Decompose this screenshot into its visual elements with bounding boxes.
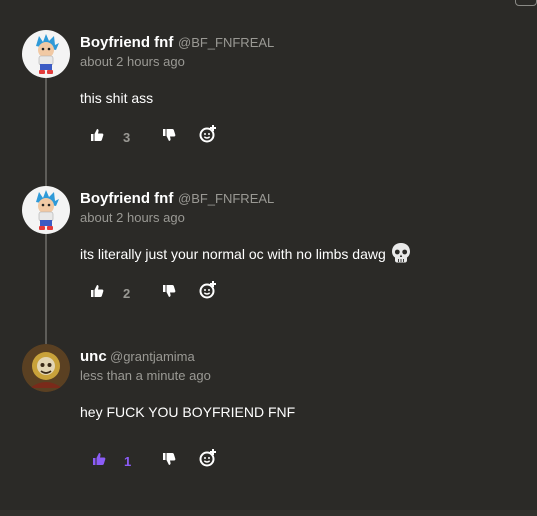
add-emoji-icon [199, 281, 216, 299]
avatar[interactable] [22, 344, 70, 392]
bottom-bar [0, 510, 537, 516]
like-count: 2 [123, 286, 131, 301]
skull-icon [390, 242, 412, 264]
window-corner [515, 0, 537, 6]
author-handle[interactable]: @BF_FNFREAL [178, 35, 274, 50]
like-count: 1 [124, 454, 132, 469]
add-reaction-button[interactable] [198, 448, 218, 468]
dislike-button[interactable] [162, 284, 176, 298]
add-emoji-icon [199, 449, 216, 467]
author-handle[interactable]: @BF_FNFREAL [178, 191, 274, 206]
comment-text: hey FUCK YOU BOYFRIEND FNF [80, 404, 296, 420]
thumbs-down-icon [163, 285, 176, 297]
thumbs-up-icon [91, 285, 104, 297]
like-count: 3 [123, 130, 131, 145]
like-button[interactable] [90, 284, 104, 298]
thumbs-up-icon [93, 453, 106, 465]
comment: unc @grantjamima less than a minute ago … [22, 344, 522, 494]
comment-actions: 2 [90, 281, 230, 304]
add-reaction-button[interactable] [198, 280, 218, 300]
author-name[interactable]: Boyfriend fnf [80, 34, 173, 51]
add-reaction-button[interactable] [198, 124, 218, 144]
author-handle[interactable]: @grantjamima [110, 349, 195, 364]
timestamp: about 2 hours ago [80, 54, 185, 69]
thumbs-down-icon [163, 129, 176, 141]
avatar[interactable] [22, 30, 70, 78]
comment-actions: 1 [90, 449, 230, 472]
comment-text: this shit ass [80, 90, 154, 106]
dislike-button[interactable] [162, 128, 176, 142]
author-name[interactable]: unc [80, 348, 107, 365]
comment-actions: 3 [90, 125, 230, 148]
comment-text: its literally just your normal oc with n… [80, 243, 412, 264]
comment: Boyfriend fnf @BF_FNFREAL about 2 hours … [22, 186, 522, 336]
like-button[interactable] [92, 452, 106, 466]
avatar[interactable] [22, 186, 70, 234]
author-name[interactable]: Boyfriend fnf [80, 190, 173, 207]
dislike-button[interactable] [162, 452, 176, 466]
comment: Boyfriend fnf @BF_FNFREAL about 2 hours … [22, 30, 522, 180]
timestamp: less than a minute ago [80, 368, 211, 383]
timestamp: about 2 hours ago [80, 210, 185, 225]
thumbs-down-icon [163, 453, 176, 465]
add-emoji-icon [199, 125, 216, 143]
thumbs-up-icon [91, 129, 104, 141]
like-button[interactable] [90, 128, 104, 142]
